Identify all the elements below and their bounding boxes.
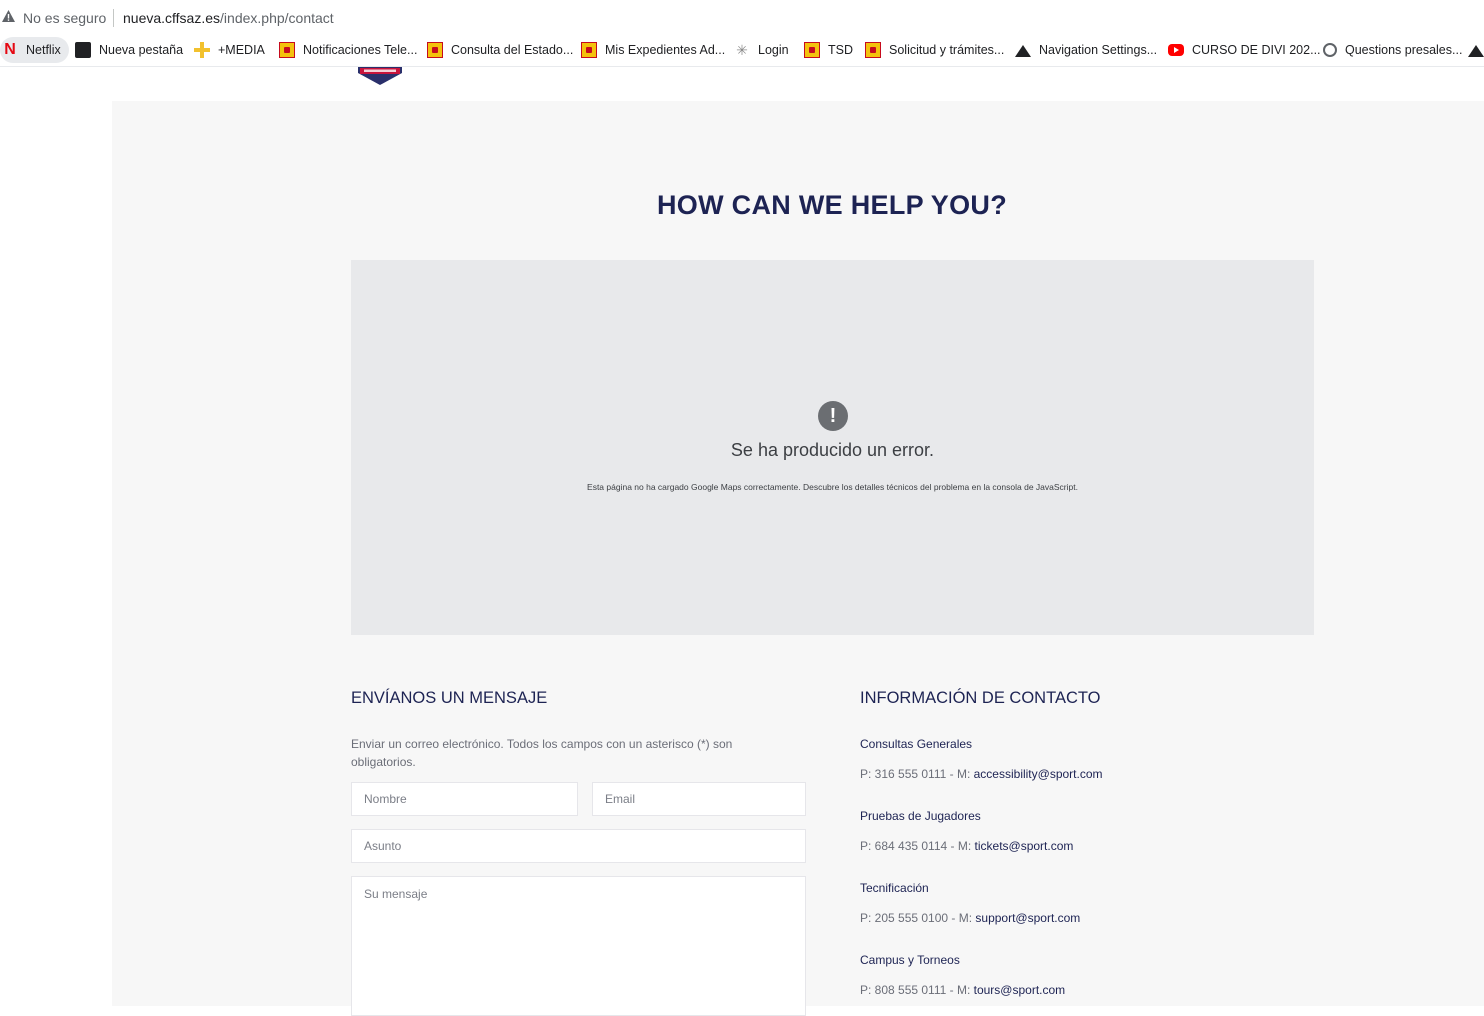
- bookmark-label: Navigation Settings...: [1039, 43, 1158, 57]
- contact-label: Tecnificación: [860, 881, 929, 895]
- club-logo-icon[interactable]: [356, 67, 404, 85]
- url-host: nueva.cffsaz.es: [123, 10, 221, 26]
- triangle-logo-icon[interactable]: [1468, 45, 1484, 57]
- contact-line: P: 205 555 0100 - M: support@sport.com: [860, 911, 1080, 925]
- bookmark-label: Solicitud y trámites...: [889, 43, 1005, 57]
- url-path: /index.php/contact: [220, 10, 334, 26]
- bookmark-label: Notificaciones Tele...: [303, 43, 418, 57]
- contact-line: P: 316 555 0111 - M: accessibility@sport…: [860, 767, 1103, 781]
- contact-info-title: INFORMACIÓN DE CONTACTO: [860, 689, 1101, 707]
- map-container[interactable]: ! Se ha producido un error. Esta página …: [351, 260, 1314, 635]
- page-title: HOW CAN WE HELP YOU?: [656, 190, 1007, 220]
- bookmark-curso-divi[interactable]: CURSO DE DIVI 202...: [1168, 37, 1321, 63]
- bookmark-consulta-estado[interactable]: Consulta del Estado...: [427, 37, 573, 63]
- bookmark-tsd[interactable]: TSD: [804, 37, 853, 63]
- spain-flag-icon: [804, 42, 820, 58]
- loading-icon: ✳: [736, 42, 748, 58]
- warning-icon[interactable]: [2, 10, 15, 23]
- contact-phone: P: 205 555 0100 - M:: [860, 911, 976, 925]
- address-divider: [113, 9, 114, 27]
- contact-line: P: 684 435 0114 - M: tickets@sport.com: [860, 839, 1073, 853]
- bookmark-label: Consulta del Estado...: [451, 43, 574, 57]
- subject-field[interactable]: Asunto: [351, 829, 806, 863]
- address-bar[interactable]: No es seguro nueva.cffsaz.es/index.php/c…: [0, 0, 1484, 34]
- security-status[interactable]: No es seguro: [23, 10, 106, 26]
- bookmark-questions-presales[interactable]: Questions presales...: [1323, 37, 1462, 63]
- url-text[interactable]: nueva.cffsaz.es/index.php/contact: [123, 10, 334, 26]
- name-placeholder: Nombre: [364, 792, 407, 806]
- bookmark-label: Mis Expedientes Ad...: [605, 43, 726, 57]
- name-field[interactable]: Nombre: [351, 782, 578, 816]
- contact-line: P: 808 555 0111 - M: tours@sport.com: [860, 983, 1065, 997]
- form-title: ENVÍANOS UN MENSAJE: [351, 689, 548, 707]
- spain-flag-icon: [427, 42, 443, 58]
- contact-phone: P: 684 435 0114 - M:: [860, 839, 975, 853]
- bookmark-notificaciones[interactable]: Notificaciones Tele...: [279, 37, 417, 63]
- globe-icon: [1323, 43, 1337, 57]
- bookmark-label: Login: [758, 43, 789, 57]
- spain-flag-icon: [865, 42, 881, 58]
- message-placeholder: Su mensaje: [364, 887, 428, 901]
- bookmark-nueva-pestana[interactable]: Nueva pestaña: [75, 37, 183, 63]
- map-error-title: Se ha producido un error.: [730, 440, 935, 460]
- subject-placeholder: Asunto: [364, 839, 402, 853]
- message-field[interactable]: Su mensaje: [351, 876, 806, 1016]
- bookmark-label: +MEDIA: [218, 43, 265, 57]
- netflix-icon: N: [4, 41, 16, 58]
- contact-label: Consultas Generales: [860, 737, 973, 751]
- bookmark-mis-expedientes[interactable]: Mis Expedientes Ad...: [581, 37, 725, 63]
- bookmark-media[interactable]: +MEDIA: [194, 37, 265, 63]
- bookmark-netflix[interactable]: N Netflix: [0, 37, 69, 63]
- email-field[interactable]: Email: [592, 782, 806, 816]
- bookmark-solicitud-tramites[interactable]: Solicitud y trámites...: [865, 37, 1004, 63]
- spain-flag-icon: [279, 42, 295, 58]
- bookmark-login[interactable]: ✳ Login: [734, 37, 789, 63]
- form-intro: Enviar un correo electrónico. Todos los …: [351, 737, 733, 769]
- error-icon: !: [818, 401, 848, 431]
- bookmark-navigation-settings[interactable]: Navigation Settings...: [1015, 37, 1157, 63]
- bookmarks-bar: N Netflix Nueva pestaña +MEDIA Notificaci…: [0, 34, 1484, 67]
- contact-label: Pruebas de Jugadores: [860, 809, 981, 823]
- bookmark-label: TSD: [828, 43, 853, 57]
- spain-flag-icon: [581, 42, 597, 58]
- bookmark-label: Questions presales...: [1345, 43, 1463, 57]
- site-header: [112, 67, 1484, 101]
- youtube-icon: [1168, 44, 1184, 56]
- contact-phone: P: 316 555 0111 - M:: [860, 767, 974, 781]
- map-error-description: Esta página no ha cargado Google Maps co…: [587, 482, 1078, 492]
- email-placeholder: Email: [605, 792, 636, 806]
- contact-email-link[interactable]: tickets@sport.com: [975, 839, 1074, 853]
- plus-icon: [194, 42, 210, 58]
- bookmark-label: Nueva pestaña: [99, 43, 184, 57]
- triangle-logo-icon: [1015, 45, 1031, 57]
- bookmark-label: Netflix: [26, 43, 61, 57]
- contact-email-link[interactable]: accessibility@sport.com: [974, 767, 1103, 781]
- new-tab-icon: [75, 42, 91, 58]
- contact-label: Campus y Torneos: [860, 953, 960, 967]
- contact-phone: P: 808 555 0111 - M:: [860, 983, 974, 997]
- contact-email-link[interactable]: support@sport.com: [975, 911, 1080, 925]
- bookmark-label: CURSO DE DIVI 202...: [1192, 43, 1321, 57]
- contact-email-link[interactable]: tours@sport.com: [974, 983, 1066, 997]
